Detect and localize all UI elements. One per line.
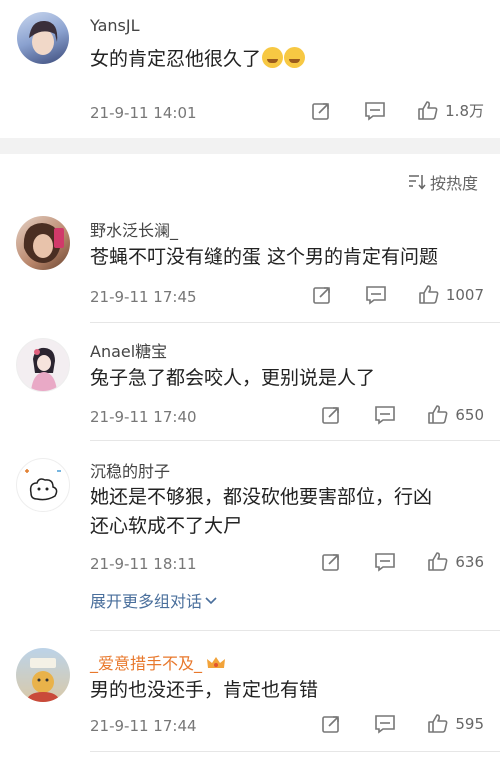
like-button[interactable]: 1007 bbox=[418, 284, 484, 305]
comment-actions: 650 bbox=[319, 404, 484, 425]
share-button[interactable] bbox=[310, 285, 334, 305]
thumbs-up-icon bbox=[428, 714, 448, 733]
comment-text-content: 女的肯定忍他很久了 bbox=[90, 48, 262, 70]
avatar-doodle-icon bbox=[25, 469, 61, 501]
like-count: 1.8万 bbox=[445, 102, 484, 120]
comment-icon bbox=[375, 552, 396, 572]
share-icon bbox=[322, 553, 340, 571]
username[interactable]: YansJL bbox=[90, 16, 139, 35]
share-button[interactable] bbox=[319, 552, 343, 572]
chevron-down-icon bbox=[205, 597, 217, 605]
share-button[interactable] bbox=[319, 405, 343, 425]
comment-text: 兔子急了都会咬人，更别说是人了 bbox=[90, 367, 376, 389]
username-text: _爱意措手不及_ bbox=[90, 654, 203, 673]
comment-actions: 1.8万 bbox=[309, 100, 484, 121]
expand-conversation-link[interactable]: 展开更多组对话 bbox=[90, 588, 217, 612]
sort-toggle[interactable]: 按热度 bbox=[408, 170, 478, 194]
timestamp: 21-9-11 17:45 bbox=[90, 288, 197, 306]
reply-button[interactable] bbox=[373, 552, 397, 572]
reply-button[interactable] bbox=[363, 101, 387, 121]
reply-button[interactable] bbox=[373, 405, 397, 425]
like-button[interactable]: 636 bbox=[427, 551, 484, 572]
comment-actions: 636 bbox=[319, 551, 484, 572]
username[interactable]: _爱意措手不及_ bbox=[90, 650, 226, 674]
thumbs-up-icon bbox=[428, 405, 448, 424]
comment-text: 男的也没还手，肯定也有错 bbox=[90, 679, 319, 701]
comment-text-line: 她还是不够狠，都没砍他要害部位，行凶 bbox=[90, 486, 433, 508]
comment-text: 苍蝇不叮没有缝的蛋 这个男的肯定有问题 bbox=[90, 246, 439, 268]
avatar-face-icon bbox=[23, 223, 64, 263]
divider bbox=[90, 751, 500, 752]
timestamp: 21-9-11 17:40 bbox=[90, 408, 197, 426]
username[interactable]: 野水泛长澜_ bbox=[90, 217, 178, 241]
comment-icon bbox=[366, 285, 386, 305]
comment-text-line: 还心软成不了大尸 bbox=[90, 515, 243, 537]
top-comment: YansJL 女的肯定忍他很久了 21-9-11 14:01 1.8万 bbox=[0, 0, 500, 138]
like-button[interactable]: 595 bbox=[427, 713, 484, 734]
timestamp: 21-9-11 18:11 bbox=[90, 555, 197, 573]
share-icon bbox=[322, 715, 340, 733]
like-button[interactable]: 650 bbox=[427, 404, 484, 425]
thumbs-up-icon bbox=[428, 552, 448, 571]
section-divider bbox=[0, 138, 500, 154]
avatar[interactable] bbox=[16, 458, 70, 512]
share-icon bbox=[313, 286, 330, 304]
comment-actions: 1007 bbox=[310, 284, 484, 305]
reply-button[interactable] bbox=[364, 285, 388, 305]
comment-text: 她还是不够狠，都没砍他要害部位，行凶 还心软成不了大尸 bbox=[90, 483, 480, 541]
comment-icon bbox=[375, 405, 396, 425]
share-icon bbox=[322, 406, 340, 424]
share-icon bbox=[312, 102, 329, 120]
divider bbox=[90, 630, 500, 631]
like-count: 636 bbox=[455, 552, 484, 571]
like-button[interactable]: 1.8万 bbox=[417, 100, 484, 121]
like-count: 650 bbox=[455, 405, 484, 424]
expand-label: 展开更多组对话 bbox=[90, 592, 203, 611]
divider bbox=[90, 440, 500, 441]
username[interactable]: 沉稳的肘子 bbox=[90, 458, 170, 482]
timestamp: 21-9-11 14:01 bbox=[90, 104, 197, 122]
avatar[interactable] bbox=[16, 338, 70, 392]
comment-icon bbox=[365, 101, 385, 121]
sort-label: 按热度 bbox=[429, 174, 478, 193]
avatar[interactable] bbox=[17, 12, 69, 64]
like-count: 595 bbox=[455, 714, 484, 733]
divider bbox=[90, 322, 500, 323]
share-button[interactable] bbox=[309, 101, 333, 121]
avatar[interactable] bbox=[16, 648, 70, 702]
comment-icon bbox=[375, 714, 396, 734]
shush-emoji-icon bbox=[262, 47, 284, 68]
avatar-face-icon bbox=[29, 20, 58, 55]
thumbs-up-icon bbox=[419, 285, 439, 304]
thumbs-up-icon bbox=[418, 101, 438, 120]
timestamp: 21-9-11 17:44 bbox=[90, 717, 197, 735]
crown-badge-icon bbox=[207, 657, 226, 668]
share-button[interactable] bbox=[319, 714, 343, 734]
avatar[interactable] bbox=[16, 216, 70, 270]
like-count: 1007 bbox=[445, 285, 484, 304]
shush-emoji-icon bbox=[284, 47, 306, 68]
avatar-illustration-icon bbox=[26, 658, 60, 702]
comment-actions: 595 bbox=[319, 713, 484, 734]
username[interactable]: Anael糖宝 bbox=[90, 338, 167, 362]
comment-text: 女的肯定忍他很久了 bbox=[90, 45, 480, 74]
sort-icon bbox=[408, 175, 426, 190]
reply-button[interactable] bbox=[373, 714, 397, 734]
avatar-illustration-icon bbox=[31, 347, 57, 391]
